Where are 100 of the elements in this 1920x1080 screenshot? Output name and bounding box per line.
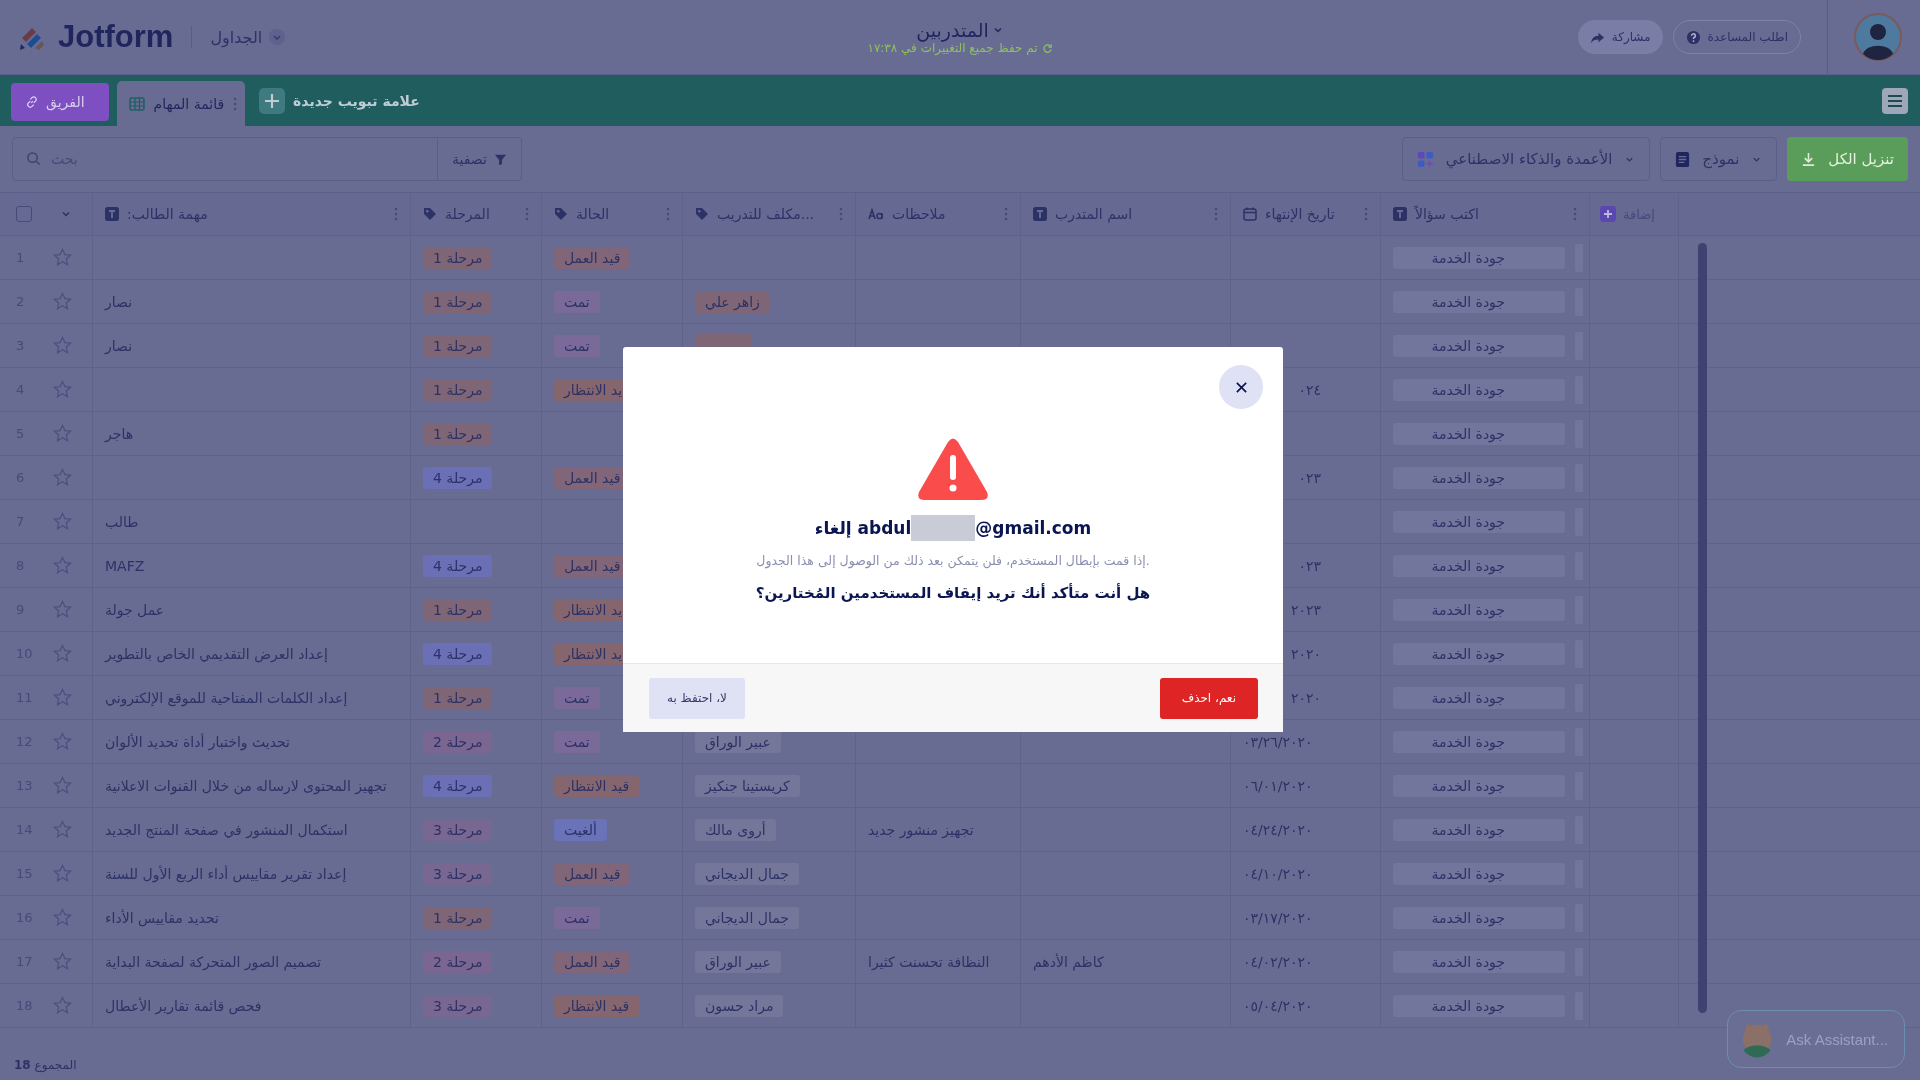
tag: جودة الخدمة	[1393, 994, 1565, 1017]
star-icon[interactable]	[53, 248, 72, 267]
logo-text[interactable]: Jotform	[58, 19, 174, 55]
column-header[interactable]: اكتب سؤالاً	[1381, 193, 1590, 235]
star-icon[interactable]	[53, 292, 72, 311]
star-icon[interactable]	[53, 776, 72, 795]
star-icon[interactable]	[53, 380, 72, 399]
column-header[interactable]: المرحلة	[411, 193, 542, 235]
tag: جودة الخدمة	[1393, 818, 1565, 841]
tag: مرحلة 3	[423, 862, 493, 885]
font-icon	[868, 208, 884, 220]
tag: قيد العمل	[554, 862, 631, 885]
column-header[interactable]: مهمة الطالب:	[93, 193, 411, 235]
filter-button[interactable]: تصفية	[438, 137, 522, 181]
column-header[interactable]: ...مكلف للتدريب	[683, 193, 856, 235]
cancel-button[interactable]: لا، احتفظ به	[649, 677, 745, 719]
table-cell: تحديد مقاييس الأداء	[105, 909, 219, 926]
table-cell: النظافة تحسنت كثيرا	[868, 953, 990, 970]
more-icon[interactable]	[1364, 207, 1368, 221]
star-icon[interactable]	[53, 996, 72, 1015]
star-icon[interactable]	[53, 732, 72, 751]
more-icon[interactable]	[394, 207, 398, 221]
grid-sparkle-icon	[1416, 150, 1434, 168]
add-tab-icon[interactable]	[259, 87, 286, 114]
tag: جودة الخدمة	[1393, 246, 1565, 269]
star-icon[interactable]	[53, 556, 72, 575]
tab[interactable]: قائمة المهام	[116, 81, 246, 126]
tag: مرحلة 1	[423, 906, 493, 929]
tag: كريستينا جنكيز	[695, 774, 800, 797]
table-cell: تجهيز المحتوى لارساله من خلال القنوات الاعلانية	[105, 777, 387, 794]
tag: ألغيت	[554, 818, 607, 841]
dialog-message: إذا قمت بإبطال المستخدم، فلن يتمكن بعد ذلك من الوصول إلى هذا الجدول.	[756, 553, 1150, 568]
refresh-icon	[1041, 42, 1053, 54]
filter-icon	[493, 152, 507, 166]
column-header[interactable]: تاريخ الإنتهاء	[1231, 193, 1381, 235]
star-icon[interactable]	[53, 688, 72, 707]
star-icon[interactable]	[53, 600, 72, 619]
star-icon[interactable]	[53, 424, 72, 443]
more-icon[interactable]	[666, 207, 670, 221]
tag: قيد العمل	[554, 950, 631, 973]
table-title[interactable]: المتدربين	[916, 19, 1004, 41]
more-icon[interactable]	[525, 207, 529, 221]
table-cell: طالب	[105, 513, 139, 530]
team-button[interactable]: الفريق	[11, 82, 109, 121]
more-icon[interactable]	[1573, 207, 1577, 221]
column-header[interactable]: الحالة	[542, 193, 683, 235]
star-icon[interactable]	[53, 468, 72, 487]
tag: مرحلة 4	[423, 642, 493, 665]
tag-icon	[695, 207, 709, 221]
section-dropdown[interactable]: الجداول	[210, 27, 286, 47]
table-cell: كاظم الأدهم	[1033, 953, 1104, 970]
star-icon[interactable]	[53, 336, 72, 355]
more-icon[interactable]	[233, 96, 238, 111]
more-icon[interactable]	[1004, 207, 1008, 221]
star-icon[interactable]	[53, 512, 72, 531]
column-header[interactable]: ملاحظات	[856, 193, 1021, 235]
user-avatar[interactable]	[1854, 13, 1902, 61]
tag: جودة الخدمة	[1393, 774, 1565, 797]
tag: جودة الخدمة	[1393, 730, 1565, 753]
table-cell: هاجر	[105, 425, 134, 442]
star-icon[interactable]	[53, 820, 72, 839]
close-button[interactable]	[1219, 365, 1263, 409]
table-cell: ٠٤/٢٤/٢٠٢٠	[1243, 821, 1313, 838]
tag: مرحلة 3	[423, 994, 493, 1017]
form-icon	[1675, 150, 1691, 168]
tag: مرحلة 1	[423, 246, 493, 269]
star-icon[interactable]	[53, 908, 72, 927]
tag: جودة الخدمة	[1393, 686, 1565, 709]
column-header[interactable]: اسم المتدرب	[1021, 193, 1231, 235]
search-icon	[26, 151, 41, 166]
tag: مرحلة 1	[423, 334, 493, 357]
share-button[interactable]: مشاركة	[1577, 20, 1663, 54]
dialog-question: هل أنت متأكد أنك تريد إيقاف المستخدمين المُختارين؟	[755, 584, 1151, 602]
more-icon[interactable]	[1214, 207, 1218, 221]
tag-icon	[554, 207, 568, 221]
star-icon[interactable]	[53, 864, 72, 883]
text-field-icon	[105, 207, 119, 221]
download-all-button[interactable]: تنزيل الكل	[1787, 137, 1908, 181]
form-dropdown[interactable]: نموذج	[1660, 137, 1778, 181]
scrollbar[interactable]	[1698, 243, 1707, 1013]
tag: جودة الخدمة	[1393, 422, 1565, 445]
table-cell: ٠٤/٠٢/٢٠٢٠	[1243, 953, 1313, 970]
menu-icon[interactable]	[1882, 87, 1908, 114]
table-cell: تجهيز منشور جديد	[868, 821, 974, 838]
columns-ai-dropdown[interactable]: الأعمدة والذكاء الاصطناعي	[1401, 137, 1651, 181]
tag: جمال الديجاني	[695, 906, 799, 929]
help-button[interactable]: اطلب المساعدة	[1672, 20, 1801, 54]
tag: جودة الخدمة	[1393, 334, 1565, 357]
star-icon[interactable]	[53, 644, 72, 663]
calendar-icon	[1243, 207, 1257, 221]
new-tab-link[interactable]: علامة تبويب جديدة	[293, 92, 420, 109]
table-cell: تحديث واختبار أداة تحديد الألوان	[105, 733, 290, 750]
star-icon[interactable]	[53, 952, 72, 971]
tag: مرحلة 2	[423, 730, 493, 753]
warning-icon	[917, 437, 989, 501]
more-icon[interactable]	[839, 207, 843, 221]
table-cell: نصار	[105, 337, 133, 354]
confirm-button[interactable]: نعم، احذف	[1159, 677, 1258, 719]
select-all-checkbox[interactable]	[16, 206, 32, 222]
text-field-icon	[1033, 207, 1047, 221]
